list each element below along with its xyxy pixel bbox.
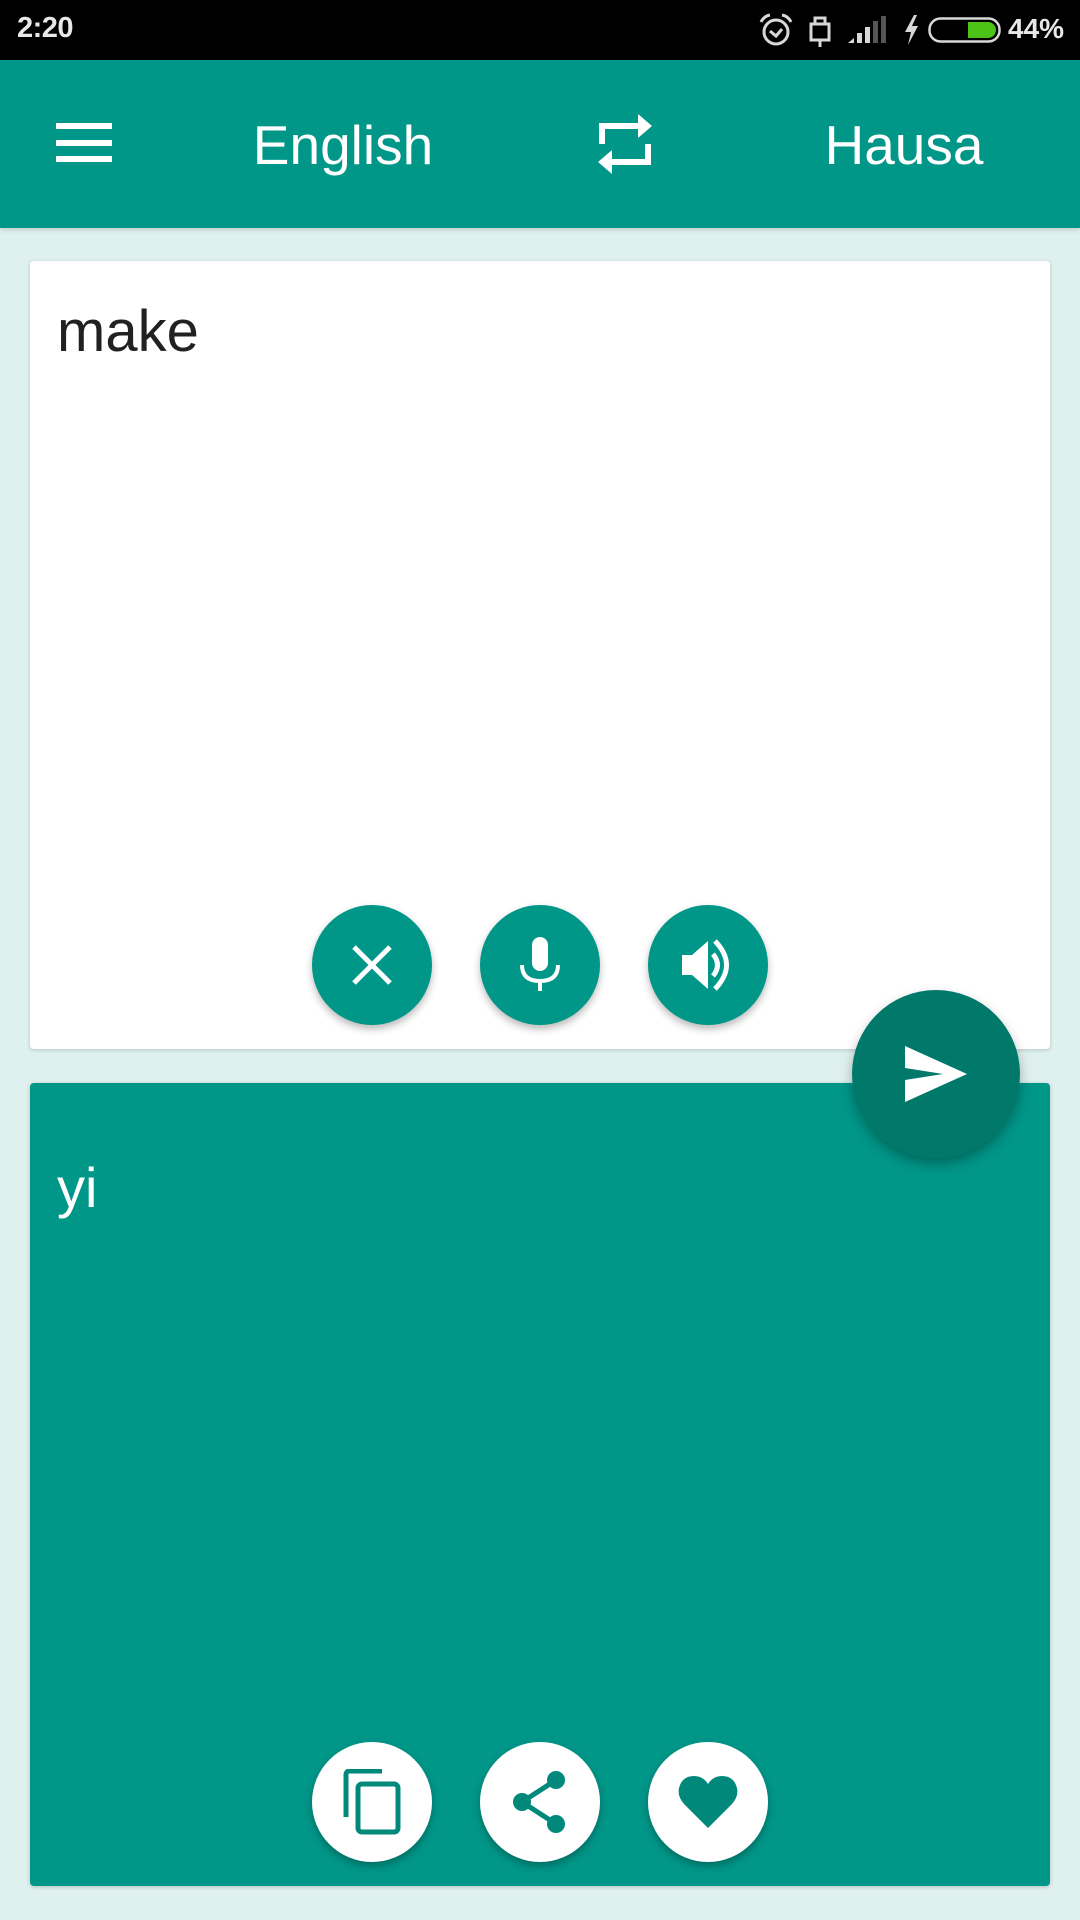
swap-icon bbox=[598, 114, 652, 174]
menu-icon-line bbox=[56, 140, 112, 146]
battery-percent: 44% bbox=[1008, 13, 1065, 44]
charging-icon bbox=[905, 15, 918, 45]
output-card: yi bbox=[30, 1083, 1050, 1886]
translated-text: yi bbox=[57, 1156, 98, 1219]
alarm-icon bbox=[759, 13, 793, 46]
voice-input-button[interactable] bbox=[480, 905, 600, 1025]
heart-icon bbox=[678, 1776, 738, 1828]
input-card: make bbox=[30, 261, 1050, 1049]
menu-icon bbox=[56, 123, 112, 129]
menu-button[interactable] bbox=[50, 112, 120, 178]
usb-icon bbox=[809, 16, 831, 47]
speak-button[interactable] bbox=[648, 905, 768, 1025]
source-language-selector[interactable]: English bbox=[193, 113, 493, 177]
target-language-selector[interactable]: Hausa bbox=[754, 113, 1054, 177]
app-bar: English Hausa bbox=[0, 60, 1080, 228]
source-text-input[interactable]: make bbox=[57, 297, 199, 367]
status-bar: 2:20 44% bbox=[0, 0, 1080, 60]
share-icon bbox=[513, 1771, 565, 1833]
volume-icon bbox=[682, 939, 729, 991]
battery-icon bbox=[928, 17, 1001, 43]
status-time: 2:20 bbox=[17, 12, 74, 44]
menu-icon-line bbox=[56, 156, 112, 162]
close-icon bbox=[352, 945, 392, 985]
clear-button[interactable] bbox=[312, 905, 432, 1025]
copy-icon bbox=[343, 1769, 401, 1835]
translate-button[interactable] bbox=[852, 990, 1020, 1158]
copy-button[interactable] bbox=[312, 1742, 432, 1862]
microphone-icon bbox=[520, 937, 560, 991]
share-button[interactable] bbox=[480, 1742, 600, 1862]
signal-icon bbox=[848, 16, 886, 43]
send-icon bbox=[905, 1046, 967, 1102]
swap-languages-button[interactable] bbox=[590, 108, 660, 180]
favorite-button[interactable] bbox=[648, 1742, 768, 1862]
